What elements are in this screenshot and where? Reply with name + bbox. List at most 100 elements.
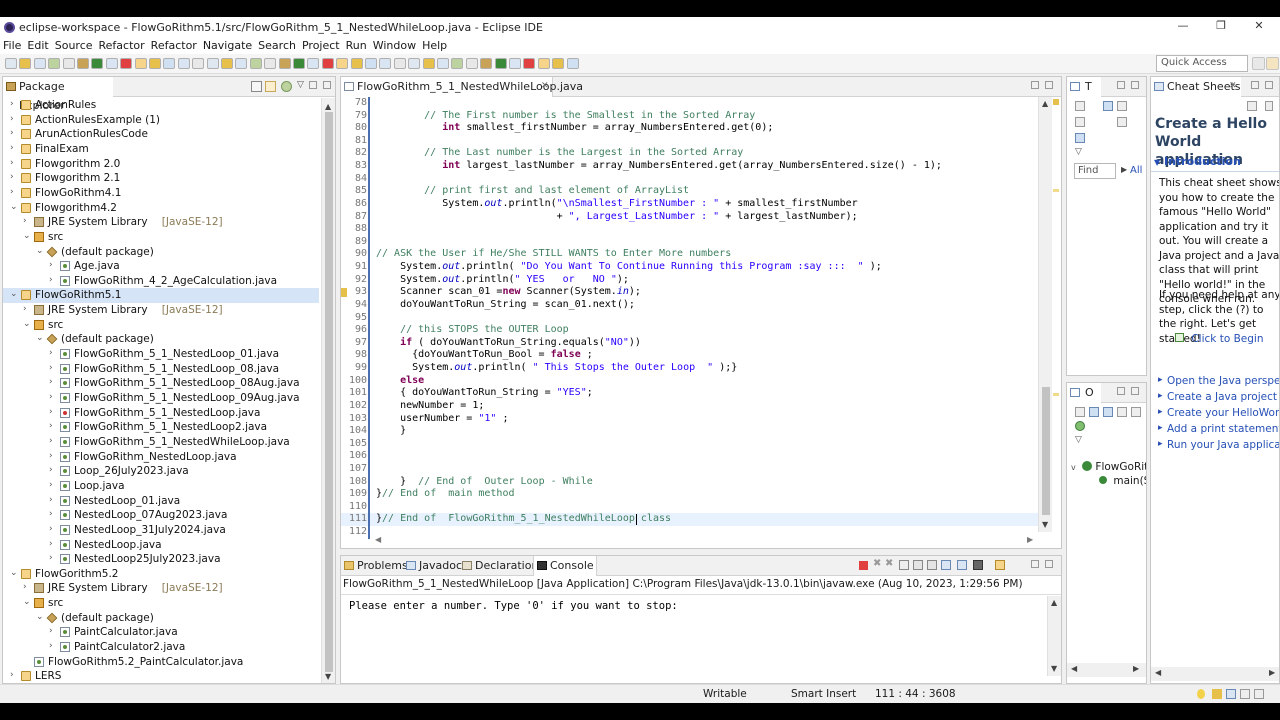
outline-scroll-left-icon[interactable]: ◀: [1071, 664, 1077, 673]
focus-icon[interactable]: [1075, 117, 1085, 127]
menu-item-refactor[interactable]: Refactor: [151, 39, 197, 52]
run-icon[interactable]: [379, 58, 392, 69]
cs-scroll-right-icon[interactable]: ▶: [1269, 668, 1275, 677]
code-line[interactable]: 85 // print first and last element of Ar…: [341, 185, 1038, 198]
task-find-input[interactable]: Find: [1074, 163, 1116, 179]
perspective-icon[interactable]: [1252, 57, 1265, 70]
cheat-sheet-step[interactable]: Create your HelloWorld class: [1158, 407, 1279, 419]
expanded-twisty-icon[interactable]: ⌄: [10, 568, 19, 578]
collapsed-twisty-icon[interactable]: ›: [10, 671, 19, 680]
tree-item[interactable]: FlowGoRithm5.2_PaintCalculator.java: [3, 655, 319, 670]
code-line[interactable]: 109}// End of main method: [341, 488, 1038, 501]
forward-icon[interactable]: [552, 58, 565, 69]
code-line[interactable]: 94 doYouWantToRun_String = scan_01.next(…: [341, 299, 1038, 312]
run-external-icon[interactable]: [393, 58, 406, 69]
task-all-link[interactable]: All: [1130, 165, 1142, 176]
minimize-button[interactable]: —: [1164, 17, 1202, 37]
minimize-editor-icon[interactable]: [1031, 81, 1039, 89]
collapsed-twisty-icon[interactable]: ›: [49, 393, 58, 402]
collapsed-twisty-icon[interactable]: ›: [49, 539, 58, 549]
expanded-twisty-icon[interactable]: ⌄: [36, 246, 45, 256]
tree-item[interactable]: › FlowGoRithm4.1: [3, 186, 319, 201]
show-console-icon[interactable]: [957, 560, 967, 570]
code-line[interactable]: 83 int largest_lastNumber = array_Number…: [341, 160, 1038, 173]
expand-icon[interactable]: [1117, 117, 1127, 127]
expanded-twisty-icon[interactable]: ⌄: [23, 319, 32, 329]
tree-item[interactable]: ⌄ (default package): [3, 245, 319, 260]
tree-item[interactable]: › LERS: [3, 669, 319, 683]
editor-scrollbar[interactable]: ▲ ▼: [1038, 97, 1052, 532]
collapsed-twisty-icon[interactable]: ›: [49, 524, 58, 534]
collapsed-twisty-icon[interactable]: ›: [49, 554, 58, 563]
collapsed-twisty-icon[interactable]: ›: [49, 436, 58, 446]
code-line[interactable]: 89: [341, 236, 1038, 249]
overview-marker[interactable]: [1053, 189, 1059, 192]
close-tab-icon[interactable]: ✕: [541, 77, 549, 96]
build-icon[interactable]: [48, 58, 61, 69]
build-all-icon[interactable]: [350, 58, 363, 69]
open-type-icon[interactable]: [177, 58, 190, 69]
tree-item[interactable]: › FlowGoRithm_5_1_NestedLoop_01.java: [3, 347, 319, 362]
cheat-sheet-section[interactable]: ▼ Introduction: [1154, 155, 1241, 168]
debug-icon[interactable]: [77, 58, 89, 69]
tree-item[interactable]: › NestedLoop.java: [3, 538, 319, 553]
code-line[interactable]: 95: [341, 312, 1038, 325]
link-with-editor-icon[interactable]: [265, 81, 276, 92]
collapse-all-icon[interactable]: [251, 81, 262, 92]
code-line[interactable]: 105: [341, 438, 1038, 451]
tree-item[interactable]: ⌄ Flowgorithm4.2: [3, 201, 319, 216]
save-icon[interactable]: [19, 58, 32, 69]
menu-item-run[interactable]: Run: [346, 39, 367, 52]
maximize-tasks-icon[interactable]: [1131, 81, 1139, 89]
tree-item[interactable]: ⌄ FlowGorithm5.2: [3, 567, 319, 582]
tree-item[interactable]: › NestedLoop_07Aug2023.java: [3, 508, 319, 523]
collapsed-twisty-icon[interactable]: ›: [49, 422, 58, 431]
run-icon[interactable]: [91, 58, 104, 69]
tab-task-list[interactable]: T: [1067, 77, 1101, 97]
run-external-icon[interactable]: [105, 58, 118, 69]
code-line[interactable]: 101 { doYouWantToRun_String = "YES";: [341, 387, 1038, 400]
new-class-icon[interactable]: [451, 58, 464, 69]
new-task-icon[interactable]: [1075, 101, 1085, 111]
editor-hscroll-left-icon[interactable]: ◀: [375, 535, 381, 544]
code-line[interactable]: 111}// End of FlowGoRithm_5_1_NestedWhil…: [341, 513, 1038, 527]
code-line[interactable]: 108 } // End of Outer Loop - While: [341, 476, 1038, 489]
expanded-twisty-icon[interactable]: ⌄: [36, 334, 45, 343]
open-type-icon[interactable]: [465, 58, 478, 69]
hide-nonpublic-icon[interactable]: [1131, 407, 1141, 417]
cheat-sheet-step[interactable]: Create a Java project: [1158, 391, 1277, 403]
tab-outline[interactable]: O: [1067, 383, 1101, 403]
menu-item-search[interactable]: Search: [258, 39, 296, 52]
tab-cheat-sheets[interactable]: Cheat Sheets ✕: [1151, 77, 1241, 97]
java-perspective-icon[interactable]: [1266, 57, 1279, 70]
tab-declaration[interactable]: Declaration: [459, 556, 538, 576]
scroll-lock-icon[interactable]: [913, 560, 923, 570]
collapsed-twisty-icon[interactable]: ›: [49, 480, 58, 490]
view-menu-icon[interactable]: ▽: [297, 80, 304, 90]
code-line[interactable]: 92 System.out.println(" YES or NO ");: [341, 274, 1038, 287]
tree-item[interactable]: › Flowgorithm 2.1: [3, 171, 319, 186]
console-scroll-down-icon[interactable]: ▼: [1051, 664, 1057, 673]
cheat-sheet-step[interactable]: Run your Java application: [1158, 439, 1279, 451]
tree-item[interactable]: › JRE System Library [JavaSE-12]: [3, 303, 319, 318]
previous-annotation-icon[interactable]: [523, 58, 536, 69]
build-all-icon[interactable]: [62, 58, 75, 69]
stop-icon[interactable]: [408, 58, 421, 69]
collapsed-twisty-icon[interactable]: ›: [49, 451, 58, 461]
save-icon[interactable]: [307, 58, 320, 69]
scroll-up-icon[interactable]: ▲: [325, 102, 331, 111]
collapsed-twisty-icon[interactable]: ›: [49, 642, 58, 651]
expanded-twisty-icon[interactable]: ⌄: [10, 290, 19, 299]
tree-item[interactable]: › NestedLoop_01.java: [3, 494, 319, 509]
tree-item[interactable]: › ArunActionRulesCode: [3, 127, 319, 142]
maximize-cheat-sheet-icon[interactable]: [1265, 81, 1273, 89]
collapse-outline-icon[interactable]: [1075, 407, 1085, 417]
code-line[interactable]: 93 Scanner scan_01 =new Scanner(System.i…: [341, 286, 1038, 299]
terminate-icon[interactable]: [859, 561, 868, 570]
collapsed-twisty-icon[interactable]: ›: [49, 275, 58, 285]
menu-item-window[interactable]: Window: [373, 39, 416, 52]
editor-scroll-down-icon[interactable]: ▼: [1042, 520, 1048, 529]
menu-item-project[interactable]: Project: [302, 39, 340, 52]
code-line[interactable]: 91 System.out.println( "Do You Want To C…: [341, 261, 1038, 274]
menu-item-navigate[interactable]: Navigate: [203, 39, 252, 52]
